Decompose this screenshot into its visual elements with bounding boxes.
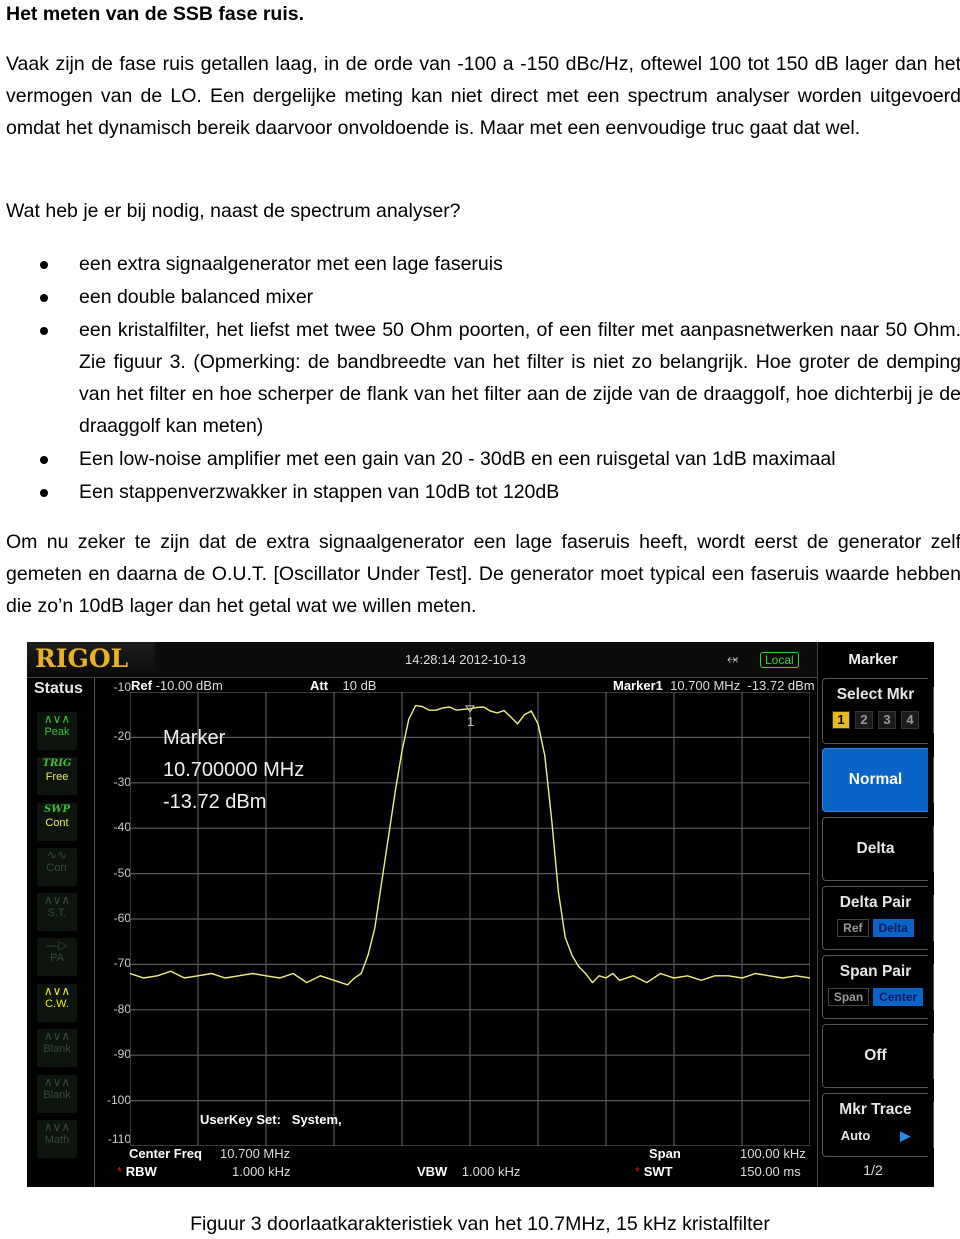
delta-softkey[interactable]: Delta [822, 817, 934, 881]
list-item: een double balanced mixer [3, 281, 960, 313]
select-mkr-softkey[interactable]: Select Mkr 1 2 3 4 [822, 678, 934, 744]
intro-paragraph: Vaak zijn de fase ruis getallen laag, in… [6, 53, 960, 139]
delta-pair-ref-option[interactable]: Ref [837, 919, 869, 937]
swt: * SWT [635, 1164, 673, 1179]
rbw-value: 1.000 kHz [232, 1164, 291, 1179]
marker-1-option[interactable]: 1 [832, 711, 850, 729]
list-item: Een low-noise amplifier met een gain van… [3, 443, 960, 475]
y-tick-label: -90 [113, 1047, 131, 1062]
marker-1-label: 1 [467, 714, 474, 729]
list-item: een extra signaalgenerator met een lage … [3, 248, 960, 280]
status-trig-button[interactable]: TRIG Free [37, 757, 77, 795]
question-paragraph: Wat heb je er bij nodig, naast de spectr… [6, 200, 461, 222]
submenu-arrow-icon: ▶ [900, 1128, 911, 1143]
bullet-icon [40, 261, 48, 269]
y-tick-label: -110 [107, 1132, 131, 1146]
status-st-button[interactable]: ∧∨∧ S.T. [37, 893, 77, 931]
blank-icon: ∧∨∧ [43, 1029, 71, 1043]
userkey-info: UserKey Set: System, [200, 1112, 342, 1127]
status-cw-button[interactable]: ∧∨∧ C.W. [37, 984, 77, 1022]
y-tick-label: -40 [113, 820, 131, 835]
status-blank-button[interactable]: ∧∨∧ Blank [37, 1029, 77, 1067]
status-pa-button[interactable]: —▷ PA [37, 938, 77, 976]
status-peak-button[interactable]: ∧∨∧ Peak [37, 712, 77, 750]
span-pair-softkey[interactable]: Span Pair Span Center [822, 955, 934, 1019]
corr-icon: ∿∿ [46, 848, 68, 862]
status-blank-button[interactable]: ∧∨∧ Blank [37, 1075, 77, 1113]
delta-pair-softkey[interactable]: Delta Pair Ref Delta [822, 886, 934, 950]
marker-3-option[interactable]: 3 [878, 711, 896, 729]
normal-softkey[interactable]: Normal [822, 748, 934, 812]
status-corr-button[interactable]: ∿∿ Corr [37, 848, 77, 886]
remote-status-badge: Local [760, 652, 799, 668]
cw-icon: ∧∨∧ [43, 984, 71, 998]
off-softkey[interactable]: Off [822, 1024, 934, 1088]
marker-header: Marker1 10.700 MHz -13.72 dBm [613, 678, 815, 693]
y-tick-label: -20 [113, 729, 131, 744]
marker-readout: Marker 10.700000 MHz -13.72 dBm [163, 727, 305, 813]
center-freq: Center Freq 10.700 MHz [129, 1146, 291, 1161]
closing-paragraph: Om nu zeker te zijn dat de extra signaal… [6, 531, 960, 617]
requirements-list: een extra signaalgenerator met een lage … [3, 248, 960, 509]
span-pair-span-option[interactable]: Span [827, 988, 870, 1006]
menu-page-indicator: 1/2 [863, 1162, 883, 1178]
bullet-icon [40, 456, 48, 464]
marker-4-option[interactable]: 4 [901, 711, 919, 729]
y-tick-label: -70 [113, 956, 131, 971]
list-item: een kristalfilter, het liefst met twee 5… [3, 314, 960, 442]
top-bar: RIGOL 14:28:14 2012-10-13 ⬾ Local [27, 642, 817, 678]
swt-value: 150.00 ms [740, 1164, 801, 1179]
y-tick-label: -100 [106, 1092, 131, 1107]
span: Span [649, 1146, 681, 1161]
status-swp-button[interactable]: SWP Cont [37, 803, 77, 841]
softkey-menu: Marker Select Mkr 1 2 3 4 Normal Delta D… [817, 642, 934, 1187]
blank-icon: ∧∨∧ [43, 1075, 71, 1089]
figure-caption: Figuur 3 doorlaatkarakteristiek van het … [190, 1213, 770, 1235]
status-title: Status [34, 680, 83, 697]
mkr-trace-softkey[interactable]: Mkr Trace Auto ▶ [822, 1093, 934, 1157]
marker-2-option[interactable]: 2 [855, 711, 873, 729]
attenuation: Att 10 dB [310, 678, 377, 693]
ref-level: Ref -10.00 dBm [131, 678, 223, 693]
bullet-icon [40, 489, 48, 497]
status-math-button[interactable]: ∧∨∧ Math [37, 1120, 77, 1158]
menu-title: Marker [848, 651, 898, 668]
trig-icon: TRIG [42, 758, 72, 769]
status-panel: Status ∧∨∧ Peak TRIG Free SWP Cont ∿∿ Co… [27, 678, 95, 1187]
y-tick-label: -10 [113, 680, 131, 694]
list-item: Een stappenverzwakker in stappen van 10d… [3, 476, 960, 508]
swp-icon: SWP [44, 804, 70, 815]
usb-icon: ⬾ [727, 650, 739, 666]
span-pair-center-option[interactable]: Center [873, 988, 924, 1006]
math-icon: ∧∨∧ [43, 1120, 71, 1134]
document-title: Het meten van de SSB fase ruis. [6, 3, 305, 25]
span-value: 100.00 kHz [740, 1146, 806, 1161]
y-tick-label: -30 [113, 774, 131, 789]
y-tick-label: -50 [113, 865, 131, 880]
spectrum-analyzer-screenshot: RIGOL 14:28:14 2012-10-13 ⬾ Local Status… [27, 642, 934, 1187]
rbw: * RBW [117, 1164, 157, 1179]
vbw: VBW 1.000 kHz [417, 1164, 521, 1179]
bullet-icon [40, 327, 48, 335]
peak-icon: ∧∨∧ [43, 712, 71, 726]
y-tick-label: -60 [113, 911, 131, 925]
bullet-icon [40, 294, 48, 302]
y-tick-label: -80 [113, 1001, 131, 1016]
st-icon: ∧∨∧ [43, 893, 71, 907]
delta-pair-delta-option[interactable]: Delta [872, 919, 914, 937]
datetime: 14:28:14 2012-10-13 [405, 652, 526, 667]
rigol-logo: RIGOL [35, 644, 129, 673]
pa-icon: —▷ [46, 938, 68, 952]
